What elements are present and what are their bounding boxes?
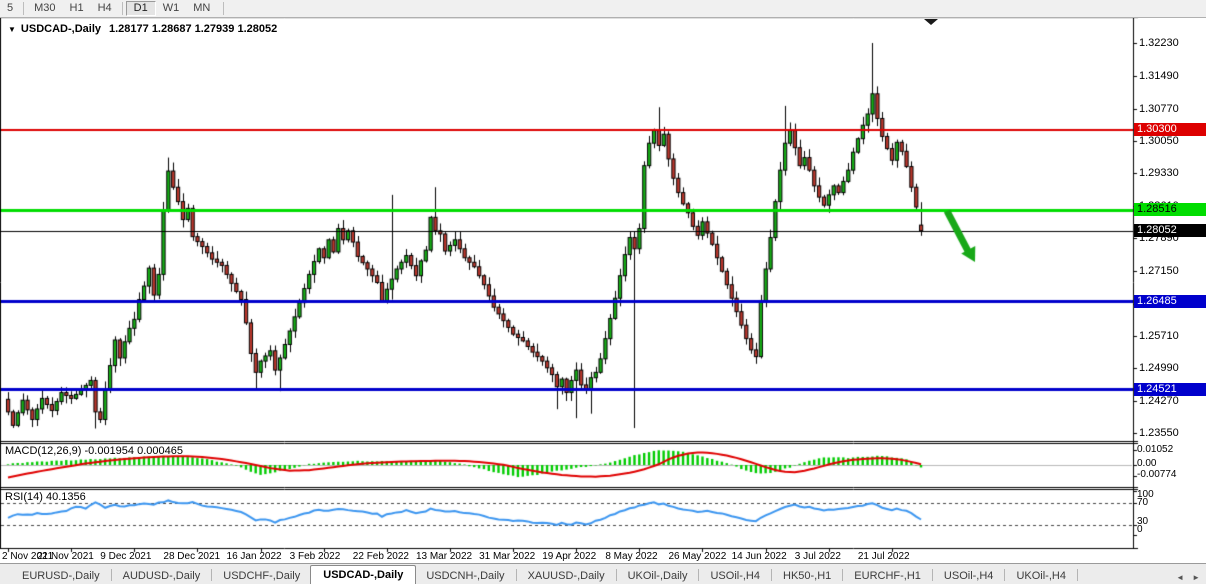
timeframe-button-d1[interactable]: D1 <box>126 1 156 16</box>
tab-separator <box>698 569 699 581</box>
tab-scrollers: ◄► <box>1176 573 1200 582</box>
date-axis-label: 16 Jan 2022 <box>227 551 282 562</box>
tab-separator <box>1077 569 1078 581</box>
price-axis-label: 1.31490 <box>1139 70 1179 82</box>
timeframe-button-m30[interactable]: M30 <box>27 1 62 16</box>
macd-name: MACD(12,26,9) <box>5 445 81 457</box>
tab-separator <box>1004 569 1005 581</box>
macd-scale-label: 0.00 <box>1137 458 1156 469</box>
rsi-scale-label: 70 <box>1137 497 1148 508</box>
date-axis-label: 14 Jun 2022 <box>732 551 787 562</box>
price-axis-label: 1.23550 <box>1139 427 1179 439</box>
tab-usdcad-daily[interactable]: USDCAD-,Daily <box>310 565 416 584</box>
price-level-badge: 1.28052 <box>1134 224 1206 237</box>
tab-separator <box>842 569 843 581</box>
price-axis-label: 1.27150 <box>1139 265 1179 277</box>
rsi-scale-label: 0 <box>1137 524 1143 535</box>
price-axis-label: 1.29330 <box>1139 167 1179 179</box>
macd-scale-label: 0.01052 <box>1137 444 1173 455</box>
chart-ohlc-values: 1.28177 1.28687 1.27939 1.28052 <box>109 23 277 35</box>
tab-scroll-left-icon[interactable]: ◄ <box>1176 573 1184 582</box>
tab-usdchf-daily[interactable]: USDCHF-,Daily <box>213 567 310 584</box>
date-axis-label: 21 Jul 2022 <box>858 551 910 562</box>
tab-xauusd-daily[interactable]: XAUUSD-,Daily <box>518 567 615 584</box>
tab-ukoil-h4[interactable]: UKOil-,H4 <box>1006 567 1076 584</box>
date-axis-label: 13 Mar 2022 <box>416 551 472 562</box>
tab-usoil-h4[interactable]: USOil-,H4 <box>934 567 1004 584</box>
tab-scroll-right-icon[interactable]: ► <box>1192 573 1200 582</box>
date-axis-label: 3 Feb 2022 <box>290 551 341 562</box>
macd-indicator-label: MACD(12,26,9) -0.001954 0.000465 <box>5 445 183 457</box>
timeframe-button-h1[interactable]: H1 <box>63 1 91 16</box>
toolbar-separator <box>23 2 24 15</box>
rsi-name: RSI(14) <box>5 491 43 503</box>
price-level-badge: 1.30300 <box>1134 123 1206 136</box>
timeframe-button-5[interactable]: 5 <box>0 1 20 16</box>
date-axis-label: 28 Dec 2021 <box>163 551 220 562</box>
tab-separator <box>932 569 933 581</box>
tab-eurchf-h1[interactable]: EURCHF-,H1 <box>844 567 931 584</box>
date-axis-label: 31 Mar 2022 <box>479 551 535 562</box>
tab-usdcnh-daily[interactable]: USDCNH-,Daily <box>416 567 514 584</box>
price-axis-label: 1.24990 <box>1139 362 1179 374</box>
chart-title: ▼ USDCAD-,Daily 1.28177 1.28687 1.27939 1.… <box>8 23 277 35</box>
chart-tabs-bar: EURUSD-,DailyAUDUSD-,DailyUSDCHF-,DailyU… <box>0 563 1206 584</box>
chart-shift-marker-icon[interactable] <box>924 19 938 25</box>
tab-ukoil-daily[interactable]: UKOil-,Daily <box>618 567 698 584</box>
tab-usoil-h4[interactable]: USOil-,H4 <box>700 567 770 584</box>
date-axis-label: 19 Apr 2022 <box>542 551 596 562</box>
date-axis-label: 26 May 2022 <box>668 551 726 562</box>
date-axis-label: 22 Feb 2022 <box>353 551 409 562</box>
toolbar-separator <box>122 2 123 15</box>
timeframe-button-w1[interactable]: W1 <box>156 1 187 16</box>
tab-audusd-daily[interactable]: AUDUSD-,Daily <box>113 567 211 584</box>
price-axis-label: 1.30770 <box>1139 103 1179 115</box>
tab-hk50-h1[interactable]: HK50-,H1 <box>773 567 841 584</box>
rsi-indicator-label: RSI(14) 40.1356 <box>5 491 86 503</box>
date-axis-label: 21 Nov 2021 <box>37 551 94 562</box>
tab-separator <box>516 569 517 581</box>
tab-separator <box>616 569 617 581</box>
price-level-badge: 1.28516 <box>1134 203 1206 216</box>
date-axis-label: 3 Jul 2022 <box>795 551 841 562</box>
chart-symbol-label: USDCAD-,Daily <box>21 23 101 35</box>
symbol-dropdown-icon[interactable]: ▼ <box>8 25 16 34</box>
timeframe-button-mn[interactable]: MN <box>186 1 217 16</box>
tab-eurusd-daily[interactable]: EURUSD-,Daily <box>12 567 110 584</box>
price-axis-label: 1.25710 <box>1139 330 1179 342</box>
rsi-current-value: 40.1356 <box>46 491 86 503</box>
tab-separator <box>111 569 112 581</box>
timeframe-button-h4[interactable]: H4 <box>91 1 119 16</box>
price-axis-label: 1.32230 <box>1139 37 1179 49</box>
price-level-badge: 1.24521 <box>1134 383 1206 396</box>
macd-scale-label: -0.00774 <box>1137 469 1176 480</box>
tab-separator <box>211 569 212 581</box>
timeframe-toolbar: 5 M30H1H4 D1W1MN <box>0 0 1206 18</box>
toolbar-separator <box>223 2 224 15</box>
tab-separator <box>771 569 772 581</box>
price-axis-label: 1.24270 <box>1139 395 1179 407</box>
price-chart-canvas[interactable] <box>0 0 1206 584</box>
macd-current-values: -0.001954 0.000465 <box>84 445 182 457</box>
price-axis-label: 1.30050 <box>1139 135 1179 147</box>
date-axis-label: 9 Dec 2021 <box>100 551 151 562</box>
mt4-chart-window: { "toolbar": { "timeframes": [ {"label":… <box>0 0 1206 584</box>
date-axis-label: 8 May 2022 <box>605 551 657 562</box>
price-level-badge: 1.26485 <box>1134 295 1206 308</box>
